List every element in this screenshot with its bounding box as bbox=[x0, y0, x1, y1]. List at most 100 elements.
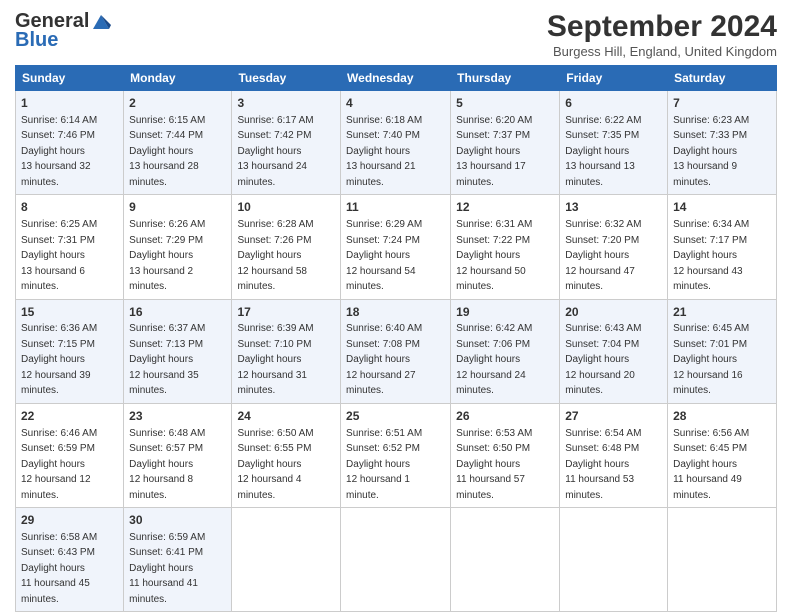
table-row: 25 Sunrise: 6:51 AMSunset: 6:52 PMDayligh… bbox=[341, 403, 451, 507]
table-row: 3 Sunrise: 6:17 AMSunset: 7:42 PMDaylight… bbox=[232, 91, 341, 195]
logo-blue: Blue bbox=[15, 29, 58, 52]
table-row: 23 Sunrise: 6:48 AMSunset: 6:57 PMDayligh… bbox=[124, 403, 232, 507]
table-row: 26Sunrise: 6:53 AMSunset: 6:50 PMDayligh… bbox=[451, 403, 560, 507]
month-title: September 2024 bbox=[547, 10, 777, 44]
col-wednesday: Wednesday bbox=[341, 66, 451, 91]
day-info: Sunrise: 6:14 AMSunset: 7:46 PMDaylight … bbox=[21, 115, 97, 188]
day-number: 23 bbox=[129, 408, 226, 425]
day-info: Sunrise: 6:39 AMSunset: 7:10 PMDaylight … bbox=[237, 323, 313, 396]
day-number: 4 bbox=[346, 95, 445, 112]
day-info: Sunrise: 6:59 AMSunset: 6:41 PMDaylight … bbox=[129, 532, 205, 605]
day-info: Sunrise: 6:25 AMSunset: 7:31 PMDaylight … bbox=[21, 219, 97, 292]
day-info: Sunrise: 6:20 AMSunset: 7:37 PMDaylight … bbox=[456, 115, 532, 188]
table-row: 21 Sunrise: 6:45 AMSunset: 7:01 PMDayligh… bbox=[668, 299, 777, 403]
table-row: 16Sunrise: 6:37 AMSunset: 7:13 PMDayligh… bbox=[124, 299, 232, 403]
day-number: 27 bbox=[565, 408, 662, 425]
day-info: Sunrise: 6:26 AMSunset: 7:29 PMDaylight … bbox=[129, 219, 205, 292]
table-row: 22 Sunrise: 6:46 AMSunset: 6:59 PMDayligh… bbox=[16, 403, 124, 507]
day-info: Sunrise: 6:22 AMSunset: 7:35 PMDaylight … bbox=[565, 115, 641, 188]
day-info: Sunrise: 6:48 AMSunset: 6:57 PMDaylight … bbox=[129, 428, 205, 501]
day-number: 30 bbox=[129, 512, 226, 529]
day-info: Sunrise: 6:46 AMSunset: 6:59 PMDaylight … bbox=[21, 428, 97, 501]
day-number: 17 bbox=[237, 304, 335, 321]
calendar-table: Sunday Monday Tuesday Wednesday Thursday… bbox=[15, 65, 777, 612]
day-info: Sunrise: 6:51 AMSunset: 6:52 PMDaylight … bbox=[346, 428, 422, 501]
day-number: 21 bbox=[673, 304, 771, 321]
table-row: 1 Sunrise: 6:14 AMSunset: 7:46 PMDaylight… bbox=[16, 91, 124, 195]
table-row: 12Sunrise: 6:31 AMSunset: 7:22 PMDayligh… bbox=[451, 195, 560, 299]
table-row: 15 Sunrise: 6:36 AMSunset: 7:15 PMDayligh… bbox=[16, 299, 124, 403]
table-row: 24 Sunrise: 6:50 AMSunset: 6:55 PMDayligh… bbox=[232, 403, 341, 507]
day-number: 8 bbox=[21, 199, 118, 216]
day-info: Sunrise: 6:40 AMSunset: 7:08 PMDaylight … bbox=[346, 323, 422, 396]
table-row: 17 Sunrise: 6:39 AMSunset: 7:10 PMDayligh… bbox=[232, 299, 341, 403]
day-info: Sunrise: 6:50 AMSunset: 6:55 PMDaylight … bbox=[237, 428, 313, 501]
table-row: 5 Sunrise: 6:20 AMSunset: 7:37 PMDaylight… bbox=[451, 91, 560, 195]
logo: General Blue bbox=[15, 10, 111, 52]
day-info: Sunrise: 6:45 AMSunset: 7:01 PMDaylight … bbox=[673, 323, 749, 396]
day-info: Sunrise: 6:15 AMSunset: 7:44 PMDaylight … bbox=[129, 115, 205, 188]
day-number: 13 bbox=[565, 199, 662, 216]
table-row: 9 Sunrise: 6:26 AMSunset: 7:29 PMDaylight… bbox=[124, 195, 232, 299]
day-number: 9 bbox=[129, 199, 226, 216]
table-row: 11 Sunrise: 6:29 AMSunset: 7:24 PMDayligh… bbox=[341, 195, 451, 299]
table-row: 27 Sunrise: 6:54 AMSunset: 6:48 PMDayligh… bbox=[560, 403, 668, 507]
day-number: 2 bbox=[129, 95, 226, 112]
day-number: 24 bbox=[237, 408, 335, 425]
day-info: Sunrise: 6:34 AMSunset: 7:17 PMDaylight … bbox=[673, 219, 749, 292]
day-number: 7 bbox=[673, 95, 771, 112]
day-info: Sunrise: 6:32 AMSunset: 7:20 PMDaylight … bbox=[565, 219, 641, 292]
day-number: 5 bbox=[456, 95, 554, 112]
day-number: 20 bbox=[565, 304, 662, 321]
day-number: 14 bbox=[673, 199, 771, 216]
day-number: 6 bbox=[565, 95, 662, 112]
day-info: Sunrise: 6:53 AMSunset: 6:50 PMDaylight … bbox=[456, 428, 532, 501]
table-row bbox=[668, 508, 777, 612]
day-info: Sunrise: 6:17 AMSunset: 7:42 PMDaylight … bbox=[237, 115, 313, 188]
day-number: 22 bbox=[21, 408, 118, 425]
table-row bbox=[560, 508, 668, 612]
location: Burgess Hill, England, United Kingdom bbox=[547, 44, 777, 59]
day-number: 18 bbox=[346, 304, 445, 321]
table-row bbox=[232, 508, 341, 612]
table-row: 19 Sunrise: 6:42 AMSunset: 7:06 PMDayligh… bbox=[451, 299, 560, 403]
day-info: Sunrise: 6:29 AMSunset: 7:24 PMDaylight … bbox=[346, 219, 422, 292]
col-sunday: Sunday bbox=[16, 66, 124, 91]
day-number: 11 bbox=[346, 199, 445, 216]
day-info: Sunrise: 6:54 AMSunset: 6:48 PMDaylight … bbox=[565, 428, 641, 501]
table-row: 29 Sunrise: 6:58 AMSunset: 6:43 PMDayligh… bbox=[16, 508, 124, 612]
col-monday: Monday bbox=[124, 66, 232, 91]
table-row: 2 Sunrise: 6:15 AMSunset: 7:44 PMDaylight… bbox=[124, 91, 232, 195]
col-thursday: Thursday bbox=[451, 66, 560, 91]
day-number: 15 bbox=[21, 304, 118, 321]
day-info: Sunrise: 6:42 AMSunset: 7:06 PMDaylight … bbox=[456, 323, 532, 396]
table-row: 28Sunrise: 6:56 AMSunset: 6:45 PMDayligh… bbox=[668, 403, 777, 507]
day-info: Sunrise: 6:36 AMSunset: 7:15 PMDaylight … bbox=[21, 323, 97, 396]
title-block: September 2024 Burgess Hill, England, Un… bbox=[547, 10, 777, 59]
day-info: Sunrise: 6:56 AMSunset: 6:45 PMDaylight … bbox=[673, 428, 749, 501]
col-saturday: Saturday bbox=[668, 66, 777, 91]
day-info: Sunrise: 6:23 AMSunset: 7:33 PMDaylight … bbox=[673, 115, 749, 188]
table-row: 13 Sunrise: 6:32 AMSunset: 7:20 PMDayligh… bbox=[560, 195, 668, 299]
day-info: Sunrise: 6:58 AMSunset: 6:43 PMDaylight … bbox=[21, 532, 97, 605]
page-header: General Blue September 2024 Burgess Hill… bbox=[15, 10, 777, 59]
table-row: 8 Sunrise: 6:25 AMSunset: 7:31 PMDaylight… bbox=[16, 195, 124, 299]
col-friday: Friday bbox=[560, 66, 668, 91]
day-info: Sunrise: 6:43 AMSunset: 7:04 PMDaylight … bbox=[565, 323, 641, 396]
table-row bbox=[341, 508, 451, 612]
day-info: Sunrise: 6:28 AMSunset: 7:26 PMDaylight … bbox=[237, 219, 313, 292]
day-number: 16 bbox=[129, 304, 226, 321]
day-number: 1 bbox=[21, 95, 118, 112]
table-row: 18 Sunrise: 6:40 AMSunset: 7:08 PMDayligh… bbox=[341, 299, 451, 403]
logo-icon bbox=[91, 13, 111, 31]
table-row: 10Sunrise: 6:28 AMSunset: 7:26 PMDayligh… bbox=[232, 195, 341, 299]
day-number: 25 bbox=[346, 408, 445, 425]
day-number: 12 bbox=[456, 199, 554, 216]
table-row: 4Sunrise: 6:18 AMSunset: 7:40 PMDaylight… bbox=[341, 91, 451, 195]
table-row: 6 Sunrise: 6:22 AMSunset: 7:35 PMDaylight… bbox=[560, 91, 668, 195]
table-row bbox=[451, 508, 560, 612]
day-number: 19 bbox=[456, 304, 554, 321]
table-row: 14 Sunrise: 6:34 AMSunset: 7:17 PMDayligh… bbox=[668, 195, 777, 299]
day-number: 3 bbox=[237, 95, 335, 112]
day-number: 29 bbox=[21, 512, 118, 529]
